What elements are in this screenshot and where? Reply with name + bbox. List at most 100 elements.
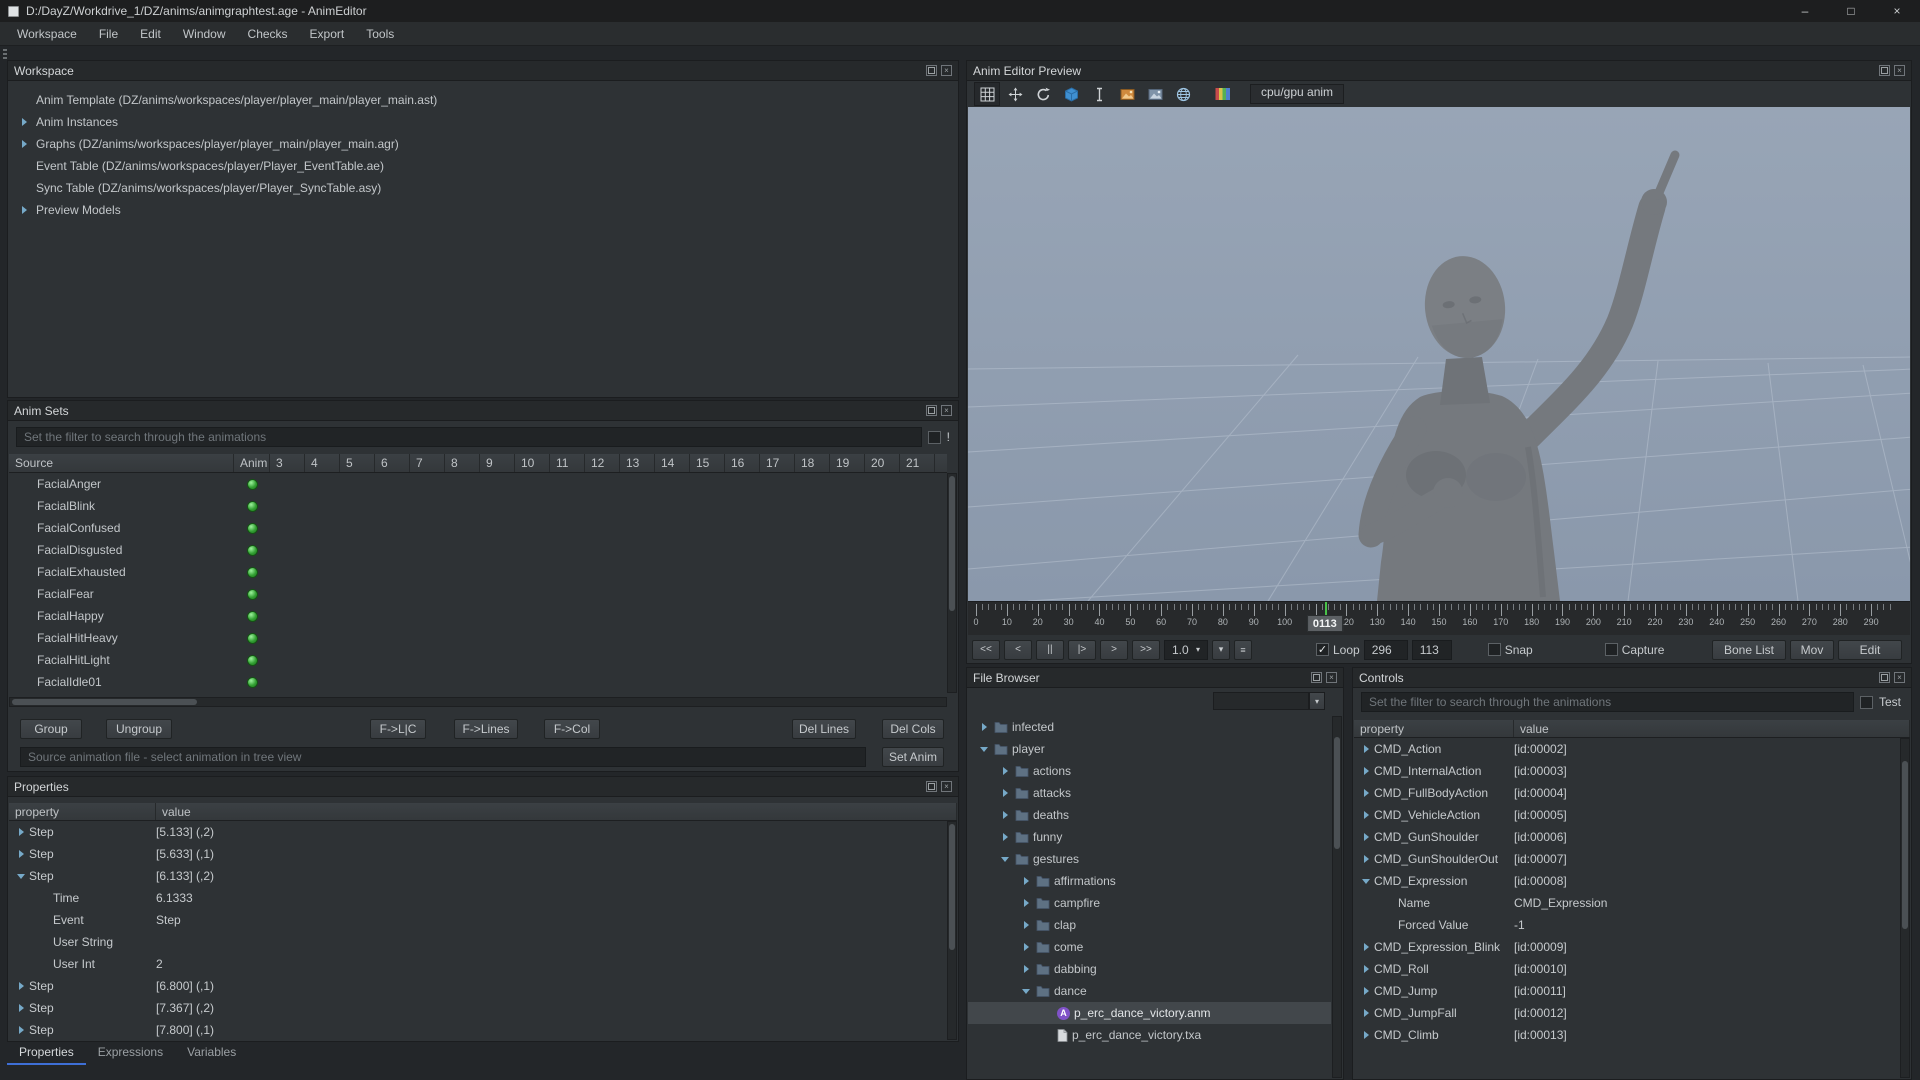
menu-item-edit[interactable]: Edit: [129, 24, 172, 44]
menu-item-checks[interactable]: Checks: [237, 24, 299, 44]
globe-icon[interactable]: [1170, 82, 1196, 106]
property-row[interactable]: Step [7.800] (,1): [9, 1019, 957, 1040]
step-forward-button[interactable]: >: [1100, 639, 1128, 660]
animsets-row[interactable]: FacialHappy: [9, 605, 947, 627]
control-row[interactable]: Forced Value -1: [1354, 914, 1899, 936]
file-tree-item[interactable]: p_erc_dance_victory.txa: [968, 1024, 1331, 1046]
mov-button[interactable]: Mov: [1790, 639, 1834, 660]
float-icon[interactable]: [926, 405, 937, 416]
file-tree-item[interactable]: Ap_erc_dance_victory.anm: [968, 1002, 1331, 1024]
animsets-row[interactable]: FacialConfused: [9, 517, 947, 539]
animsets-horizontal-scrollbar[interactable]: [9, 697, 947, 707]
property-row[interactable]: Event Step: [9, 909, 957, 931]
expand-arrow-icon[interactable]: [1363, 767, 1369, 775]
control-row[interactable]: CMD_Expression_Blink [id:00009]: [1354, 936, 1899, 958]
expand-arrow-icon[interactable]: [981, 723, 987, 731]
close-icon[interactable]: ×: [941, 405, 952, 416]
property-row[interactable]: Step [5.633] (,1): [9, 843, 957, 865]
expand-arrow-icon[interactable]: [1363, 745, 1369, 753]
cube-icon[interactable]: [1058, 82, 1084, 106]
workspace-item[interactable]: Graphs (DZ/anims/workspaces/player/playe…: [8, 133, 958, 155]
expand-arrow-icon[interactable]: [1363, 811, 1369, 819]
animsets-filter-input[interactable]: Set the filter to search through the ani…: [16, 427, 922, 447]
file-tree-item[interactable]: dance: [968, 980, 1331, 1002]
control-row[interactable]: CMD_Jump [id:00011]: [1354, 980, 1899, 1002]
file-tree-item[interactable]: come: [968, 936, 1331, 958]
group-button[interactable]: Group: [20, 719, 82, 739]
cpu-gpu-anim-toggle[interactable]: cpu/gpu anim: [1250, 84, 1345, 104]
animsets-row[interactable]: FacialHitHeavy: [9, 627, 947, 649]
play-button[interactable]: |>: [1068, 639, 1096, 660]
controls-filter-input[interactable]: Set the filter to search through the ani…: [1361, 692, 1854, 712]
expand-arrow-icon[interactable]: [1022, 988, 1030, 994]
control-row[interactable]: CMD_Expression [id:00008]: [1354, 870, 1899, 892]
menu-item-file[interactable]: File: [88, 24, 129, 44]
value-column-header[interactable]: value: [156, 803, 957, 820]
expand-arrow-icon[interactable]: [1363, 965, 1369, 973]
expand-arrow-icon[interactable]: [1023, 965, 1029, 973]
expand-arrow-icon[interactable]: [1362, 878, 1370, 884]
grid-icon[interactable]: [974, 82, 1000, 106]
float-icon[interactable]: [926, 781, 937, 792]
control-row[interactable]: CMD_GunShoulder [id:00006]: [1354, 826, 1899, 848]
animsets-column-header[interactable]: 12: [585, 454, 620, 472]
file-tree-item[interactable]: player: [968, 738, 1331, 760]
file-tree-item[interactable]: clap: [968, 914, 1331, 936]
test-checkbox[interactable]: [1859, 695, 1873, 709]
edit-button[interactable]: Edit: [1838, 639, 1902, 660]
file-tree-item[interactable]: funny: [968, 826, 1331, 848]
minimize-button[interactable]: –: [1782, 0, 1828, 22]
3d-viewport[interactable]: [968, 107, 1910, 601]
timeline-ruler[interactable]: 0102030405060708090100110120130140150160…: [968, 601, 1910, 635]
close-icon[interactable]: ×: [941, 65, 952, 76]
expand-arrow-icon[interactable]: [1002, 833, 1008, 841]
animsets-column-header[interactable]: 13: [620, 454, 655, 472]
expand-arrow-icon[interactable]: [1023, 921, 1029, 929]
title-bar[interactable]: D:/DayZ/Workdrive_1/DZ/anims/animgraphte…: [0, 0, 1920, 22]
property-row[interactable]: Step [7.367] (,2): [9, 997, 957, 1019]
property-column-header[interactable]: property: [9, 803, 156, 820]
close-button[interactable]: ×: [1874, 0, 1920, 22]
file-tree-item[interactable]: campfire: [968, 892, 1331, 914]
tab-expressions[interactable]: Expressions: [86, 1042, 175, 1065]
property-row[interactable]: User Int 2: [9, 953, 957, 975]
expand-arrow-icon[interactable]: [1002, 767, 1008, 775]
pause-button[interactable]: ||: [1036, 639, 1064, 660]
expand-arrow-icon[interactable]: [1002, 811, 1008, 819]
ungroup-button[interactable]: Ungroup: [106, 719, 172, 739]
close-icon[interactable]: ×: [1326, 672, 1337, 683]
speed-menu-button[interactable]: ≡: [1234, 639, 1252, 660]
expand-arrow-icon[interactable]: [980, 746, 988, 752]
animsets-column-header[interactable]: 3: [270, 454, 305, 472]
menu-item-window[interactable]: Window: [172, 24, 237, 44]
snap-checkbox[interactable]: [1487, 643, 1501, 656]
animsets-vertical-scrollbar[interactable]: [947, 473, 957, 693]
workspace-item[interactable]: Anim Instances: [8, 111, 958, 133]
expand-arrow-icon[interactable]: [1363, 789, 1369, 797]
file-tree-item[interactable]: affirmations: [968, 870, 1331, 892]
expand-arrow-icon[interactable]: [1002, 789, 1008, 797]
control-row[interactable]: CMD_Action [id:00002]: [1354, 738, 1899, 760]
animsets-row[interactable]: FacialHitLight: [9, 649, 947, 671]
animsets-column-header[interactable]: 7: [410, 454, 445, 472]
value-column-header[interactable]: value: [1514, 720, 1910, 737]
control-row[interactable]: CMD_Roll [id:00010]: [1354, 958, 1899, 980]
animsets-column-header[interactable]: 6: [375, 454, 410, 472]
close-icon[interactable]: ×: [941, 781, 952, 792]
expand-arrow-icon[interactable]: [1363, 987, 1369, 995]
float-icon[interactable]: [1311, 672, 1322, 683]
float-icon[interactable]: [1879, 65, 1890, 76]
file-tree-item[interactable]: actions: [968, 760, 1331, 782]
expand-arrow-icon[interactable]: [18, 1004, 24, 1012]
animsets-column-header[interactable]: 5: [340, 454, 375, 472]
workspace-item[interactable]: Anim Template (DZ/anims/workspaces/playe…: [8, 89, 958, 111]
control-row[interactable]: CMD_InternalAction [id:00003]: [1354, 760, 1899, 782]
animsets-column-header[interactable]: 4: [305, 454, 340, 472]
playhead[interactable]: [1324, 602, 1327, 616]
expand-arrow-icon[interactable]: [1363, 943, 1369, 951]
capture-checkbox[interactable]: [1604, 643, 1618, 656]
expand-arrow-icon[interactable]: [18, 982, 24, 990]
animsets-column-header[interactable]: Anim: [234, 454, 270, 472]
chevron-down-icon[interactable]: ▾: [1309, 692, 1325, 710]
tab-properties[interactable]: Properties: [7, 1042, 86, 1065]
